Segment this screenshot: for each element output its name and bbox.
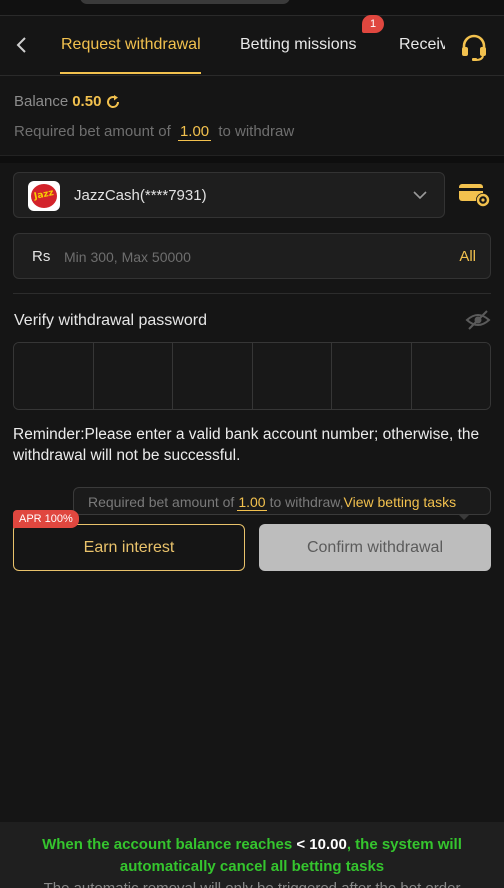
pin-cell[interactable]	[173, 343, 253, 409]
divider	[13, 293, 491, 294]
tooltip-amount: 1.00	[237, 494, 267, 511]
notice-threshold: < 10.00	[296, 836, 347, 853]
tooltip-prefix: Required bet amount of	[88, 494, 235, 510]
chevron-left-icon[interactable]	[10, 32, 34, 58]
headset-icon[interactable]	[458, 32, 490, 62]
notice-line-3: The automatic removal will only be trigg…	[0, 878, 504, 888]
notice-line-1: When the account balance reaches < 10.00…	[0, 834, 504, 856]
password-pin-input[interactable]	[13, 342, 491, 410]
requirement-prefix: Required bet amount of	[14, 123, 171, 140]
amount-field: Rs All	[13, 233, 491, 279]
earn-interest-label: Earn interest	[83, 538, 175, 556]
amount-input[interactable]	[64, 244, 424, 270]
tab-receive[interactable]: Receive	[399, 36, 445, 54]
tab-betting-missions[interactable]: Betting missions	[240, 36, 357, 54]
status-bar	[0, 0, 504, 16]
tab-header: Request withdrawal Betting missions 1 Re…	[0, 15, 504, 76]
refresh-icon[interactable]	[105, 94, 121, 110]
password-label: Verify withdrawal password	[14, 312, 207, 329]
missions-badge: 1	[362, 15, 384, 33]
view-betting-tasks-link[interactable]: View betting tasks	[344, 494, 457, 510]
pin-cell[interactable]	[332, 343, 412, 409]
jazzcash-logo: Jazz	[28, 181, 60, 211]
requirement-suffix: to withdraw	[218, 123, 295, 140]
section-divider	[0, 155, 504, 163]
apr-badge: APR 100%	[13, 510, 79, 528]
card-settings-icon[interactable]	[458, 181, 492, 209]
auto-cancel-notice: When the account balance reaches < 10.00…	[0, 822, 504, 888]
tooltip-suffix: to withdraw,	[269, 494, 344, 510]
confirm-withdrawal-button[interactable]: Confirm withdrawal	[259, 524, 491, 571]
pin-cell[interactable]	[93, 343, 173, 409]
earn-interest-button[interactable]: Earn interest	[13, 524, 245, 571]
tooltip-arrow	[458, 514, 470, 520]
requirement-tooltip: Required bet amount of 1.00 to withdraw,Vi…	[73, 487, 491, 515]
account-select[interactable]: Jazz JazzCash(****7931)	[13, 172, 445, 218]
tab-request-withdrawal[interactable]: Request withdrawal	[61, 36, 201, 54]
balance-row: Balance 0.50	[14, 93, 121, 110]
currency-label: Rs	[32, 248, 51, 265]
balance-value: 0.50	[72, 93, 102, 110]
notice-post: , the system will	[346, 836, 462, 853]
top-pill	[80, 0, 290, 4]
requirement-amount: 1.00	[177, 123, 212, 141]
notice-pre: When the account balance reaches	[42, 836, 293, 853]
chevron-down-icon	[412, 187, 428, 203]
withdrawal-page: Request withdrawal Betting missions 1 Re…	[0, 0, 504, 888]
requirement-text: Required bet amount of 1.00 to withdraw	[14, 123, 294, 141]
confirm-withdrawal-label: Confirm withdrawal	[306, 538, 444, 556]
balance-label: Balance	[14, 93, 69, 110]
pin-cell[interactable]	[252, 343, 332, 409]
notice-line-2: automatically cancel all betting tasks	[119, 858, 385, 875]
eye-off-icon[interactable]	[464, 308, 492, 332]
account-label: JazzCash(****7931)	[74, 187, 207, 204]
pin-cell[interactable]	[14, 343, 94, 409]
all-button[interactable]: All	[459, 248, 476, 265]
pin-cell[interactable]	[411, 343, 490, 409]
reminder-text: Reminder:Please enter a valid bank accou…	[13, 426, 480, 464]
active-tab-indicator	[60, 72, 201, 74]
